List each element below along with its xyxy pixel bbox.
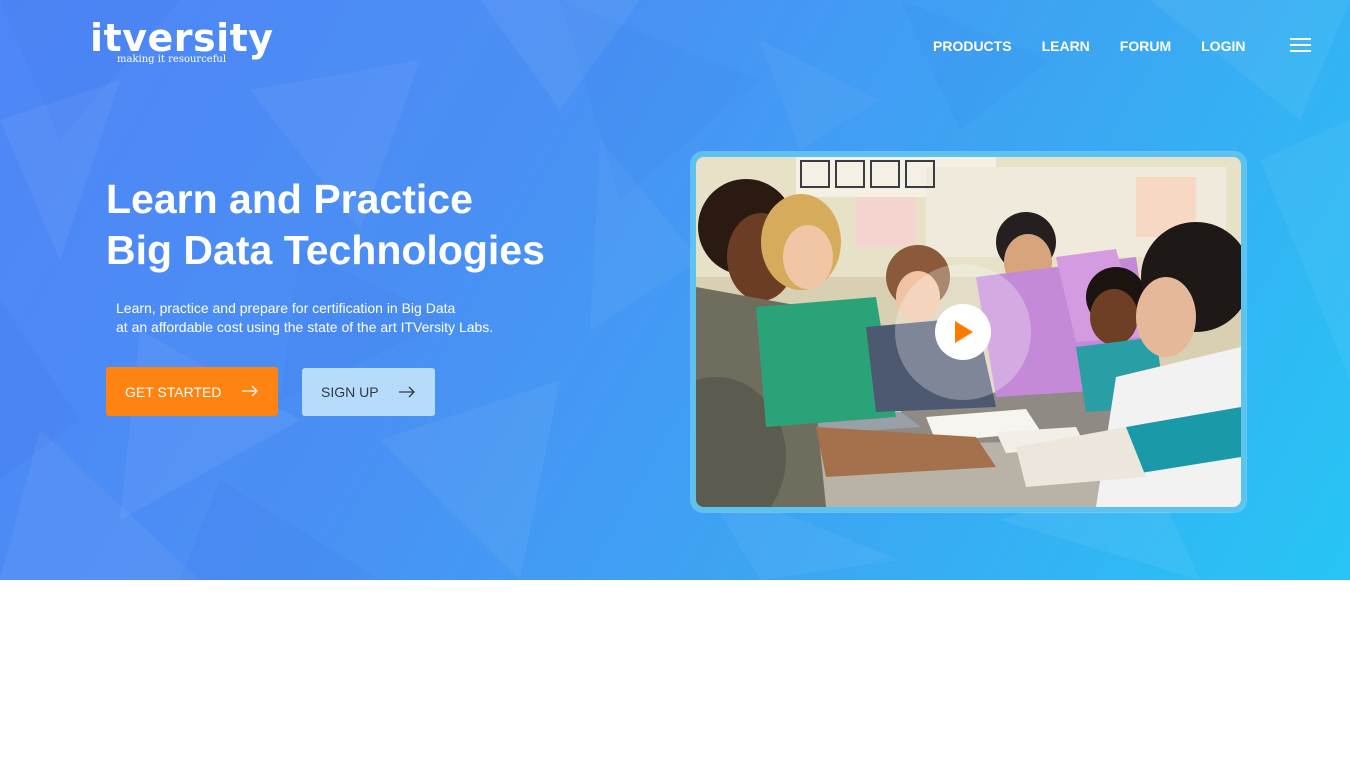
nav-forum[interactable]: FORUM <box>1120 38 1171 54</box>
video-frame <box>691 152 1246 512</box>
hero-subtitle-line1: Learn, practice and prepare for certific… <box>116 300 456 316</box>
itversity-logo[interactable]: itversity making it resourceful <box>90 16 274 65</box>
logo-wordmark: itversity <box>90 16 274 60</box>
hero-title: Learn and Practice Big Data Technologies <box>106 174 545 276</box>
sign-up-label: SIGN UP <box>321 384 379 400</box>
logo-tagline: making it resourceful <box>117 54 227 65</box>
sign-up-button[interactable]: SIGN UP <box>302 368 435 416</box>
hero-subtitle-line2: at an affordable cost using the state of… <box>116 319 494 335</box>
content-area <box>0 580 1350 780</box>
main-nav: PRODUCTS LEARN FORUM LOGIN <box>933 38 1275 54</box>
hero-title-line2: Big Data Technologies <box>106 227 545 273</box>
play-button[interactable] <box>935 304 991 360</box>
nav-login[interactable]: LOGIN <box>1201 38 1245 54</box>
video-thumbnail[interactable] <box>696 157 1241 507</box>
arrow-right-icon <box>242 385 258 397</box>
hamburger-icon[interactable] <box>1290 38 1311 53</box>
arrow-right-icon <box>399 386 415 398</box>
play-icon <box>955 321 973 343</box>
get-started-label: GET STARTED <box>125 383 222 400</box>
get-started-button[interactable]: GET STARTED <box>106 367 278 416</box>
hero-section: itversity making it resourceful PRODUCTS… <box>0 0 1350 580</box>
hero-title-line1: Learn and Practice <box>106 176 473 222</box>
hero-subtitle: Learn, practice and prepare for certific… <box>116 299 493 337</box>
nav-products[interactable]: PRODUCTS <box>933 38 1012 54</box>
nav-learn[interactable]: LEARN <box>1042 38 1090 54</box>
